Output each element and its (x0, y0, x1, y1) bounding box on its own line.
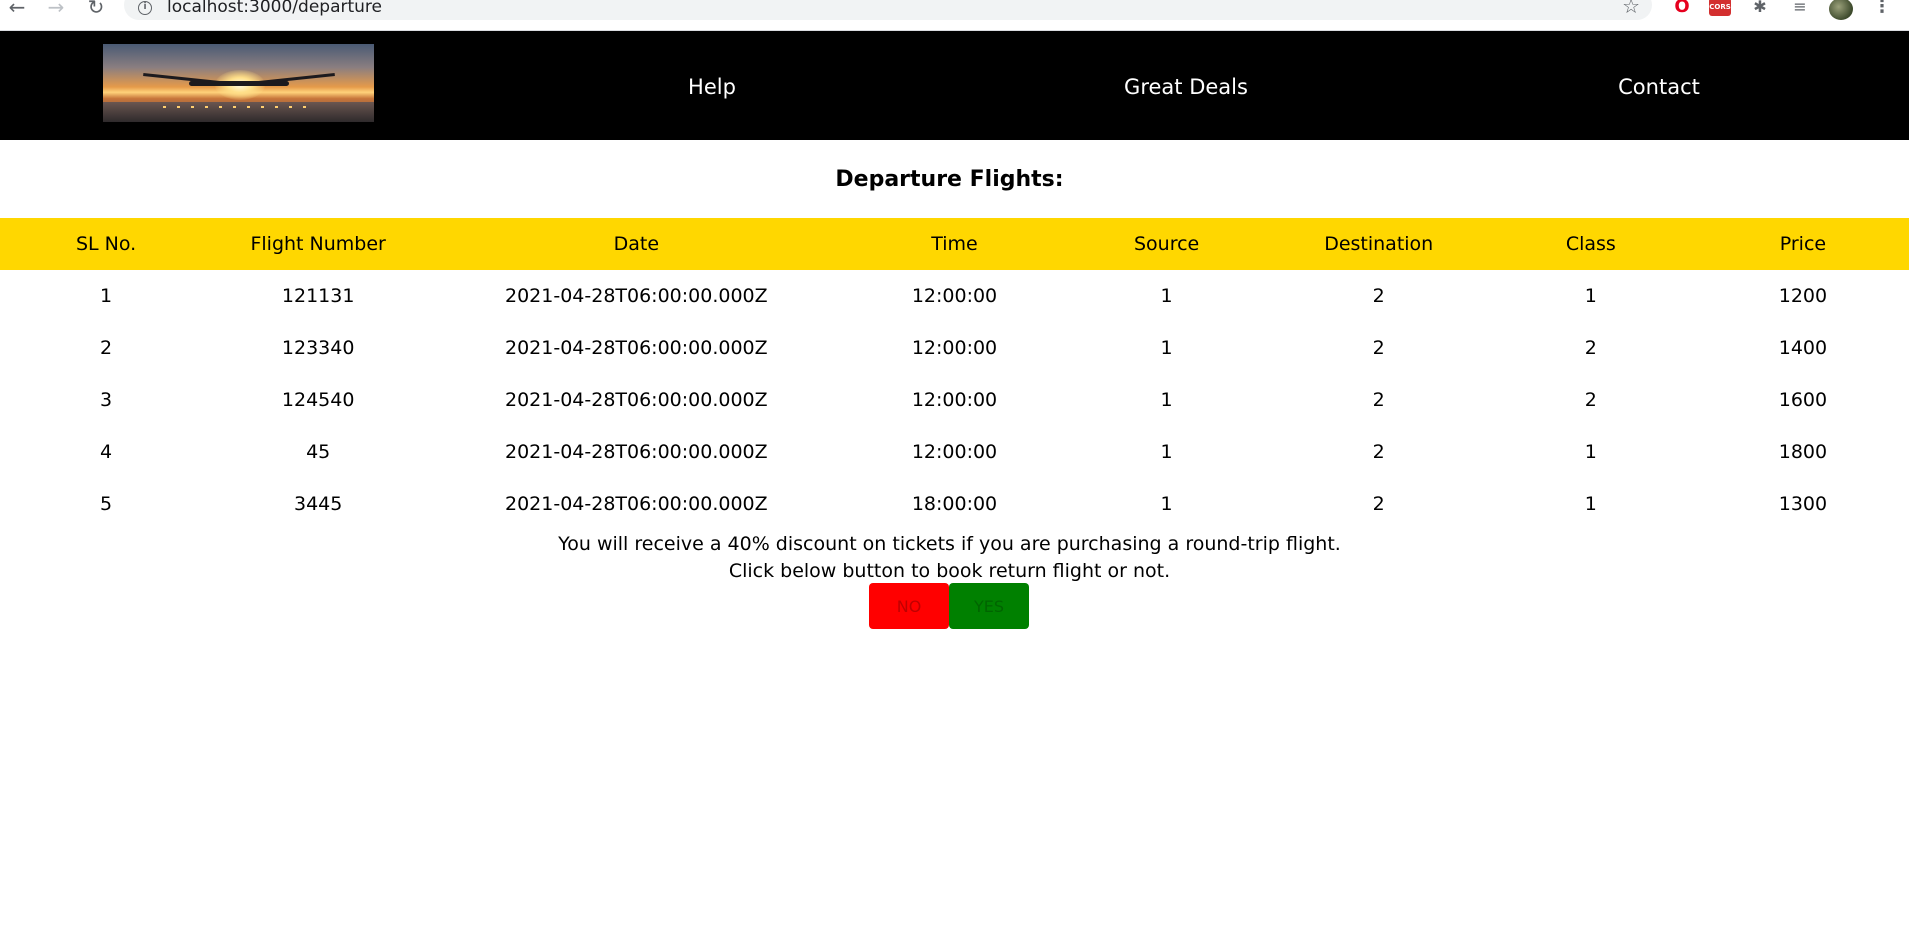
opera-extension-icon[interactable]: O (1671, 0, 1693, 18)
table-cell: 12:00:00 (911, 389, 998, 411)
table-cell: 12:00:00 (911, 441, 998, 463)
column-header: Time (848, 218, 1061, 270)
nav-great-deals[interactable]: Great Deals (1124, 75, 1248, 99)
table-cell: 2 (1372, 389, 1385, 411)
column-header: Date (424, 218, 849, 270)
page-title: Departure Flights: (835, 167, 1064, 192)
table-cell: 2021-04-28T06:00:00.000Z (504, 493, 768, 515)
table-cell: 2021-04-28T06:00:00.000Z (504, 389, 768, 411)
table-cell: 1800 (1778, 441, 1828, 463)
table-cell: 2 (1372, 441, 1385, 463)
table-row: 1 121131 2021-04-28T06:00:00.000Z 12:00:… (0, 270, 1909, 322)
table-row: 2 123340 2021-04-28T06:00:00.000Z 12:00:… (0, 322, 1909, 374)
browser-toolbar: ← → ↻ i localhost:3000/departure ☆ O COR… (0, 0, 1909, 31)
table-cell: 1 (1584, 285, 1597, 307)
table-cell: 18:00:00 (911, 493, 998, 515)
address-bar[interactable]: i localhost:3000/departure ☆ (124, 0, 1652, 20)
table-cell: 1 (1160, 441, 1173, 463)
table-cell: 12:00:00 (911, 337, 998, 359)
column-header: Source (1060, 218, 1273, 270)
table-header-row: SL No. Flight Number Date Time Source De… (0, 218, 1909, 270)
table-cell: 1600 (1778, 389, 1828, 411)
table-cell: 3 (100, 389, 113, 411)
airplane-logo[interactable] (103, 44, 374, 122)
bookmark-star-icon[interactable]: ☆ (1622, 0, 1640, 16)
round-trip-discount-notice: You will receive a 40% discount on ticke… (0, 531, 1899, 585)
table-row: 5 3445 2021-04-28T06:00:00.000Z 18:00:00… (0, 478, 1909, 530)
extensions-puzzle-icon[interactable]: ✱ (1749, 0, 1771, 18)
table-cell: 2021-04-28T06:00:00.000Z (504, 337, 768, 359)
return-flight-prompt: Click below button to book return flight… (728, 560, 1171, 582)
site-header: Help Great Deals Contact (0, 31, 1909, 140)
table-cell: 2 (100, 337, 113, 359)
yes-button[interactable]: YES (949, 583, 1029, 629)
forward-icon[interactable]: → (45, 0, 67, 18)
table-cell: 124540 (281, 389, 355, 411)
table-cell: 2021-04-28T06:00:00.000Z (504, 441, 768, 463)
column-header: SL No. (0, 218, 213, 270)
table-cell: 2 (1372, 337, 1385, 359)
column-header: Price (1696, 218, 1909, 270)
table-cell: 2 (1372, 493, 1385, 515)
site-info-icon[interactable]: i (138, 1, 152, 15)
table-cell: 12:00:00 (911, 285, 998, 307)
nav-contact[interactable]: Contact (1618, 75, 1700, 99)
table-cell: 1 (1160, 337, 1173, 359)
table-cell: 45 (306, 441, 331, 463)
table-cell: 1 (1160, 389, 1173, 411)
no-button[interactable]: NO (869, 583, 949, 629)
table-cell: 2 (1372, 285, 1385, 307)
url-text[interactable]: localhost:3000/departure (167, 0, 382, 17)
table-cell: 5 (100, 493, 113, 515)
back-icon[interactable]: ← (6, 0, 28, 18)
profile-avatar[interactable] (1829, 0, 1853, 20)
table-cell: 3445 (293, 493, 343, 515)
column-header: Class (1484, 218, 1697, 270)
departure-flights-table: SL No. Flight Number Date Time Source De… (0, 218, 1909, 530)
table-row: 3 124540 2021-04-28T06:00:00.000Z 12:00:… (0, 374, 1909, 426)
discount-message: You will receive a 40% discount on ticke… (558, 533, 1341, 555)
table-cell: 1 (100, 285, 113, 307)
table-cell: 1 (1160, 493, 1173, 515)
table-cell: 2 (1584, 389, 1597, 411)
table-cell: 121131 (281, 285, 355, 307)
table-cell: 2021-04-28T06:00:00.000Z (504, 285, 768, 307)
column-header: Flight Number (212, 218, 425, 270)
reload-icon[interactable]: ↻ (85, 0, 107, 18)
reading-list-icon[interactable]: ≡ (1789, 0, 1811, 18)
table-cell: 1300 (1778, 493, 1828, 515)
table-cell: 2 (1584, 337, 1597, 359)
table-cell: 1200 (1778, 285, 1828, 307)
nav-help[interactable]: Help (688, 75, 736, 99)
table-row: 4 45 2021-04-28T06:00:00.000Z 12:00:00 1… (0, 426, 1909, 478)
table-cell: 1 (1584, 493, 1597, 515)
table-cell: 1 (1160, 285, 1173, 307)
browser-menu-icon[interactable]: ⋮ (1871, 0, 1893, 18)
table-cell: 1 (1584, 441, 1597, 463)
cors-extension-icon[interactable]: CORS (1709, 0, 1731, 16)
table-cell: 4 (100, 441, 113, 463)
table-cell: 1400 (1778, 337, 1828, 359)
table-cell: 123340 (281, 337, 355, 359)
column-header: Destination (1272, 218, 1485, 270)
